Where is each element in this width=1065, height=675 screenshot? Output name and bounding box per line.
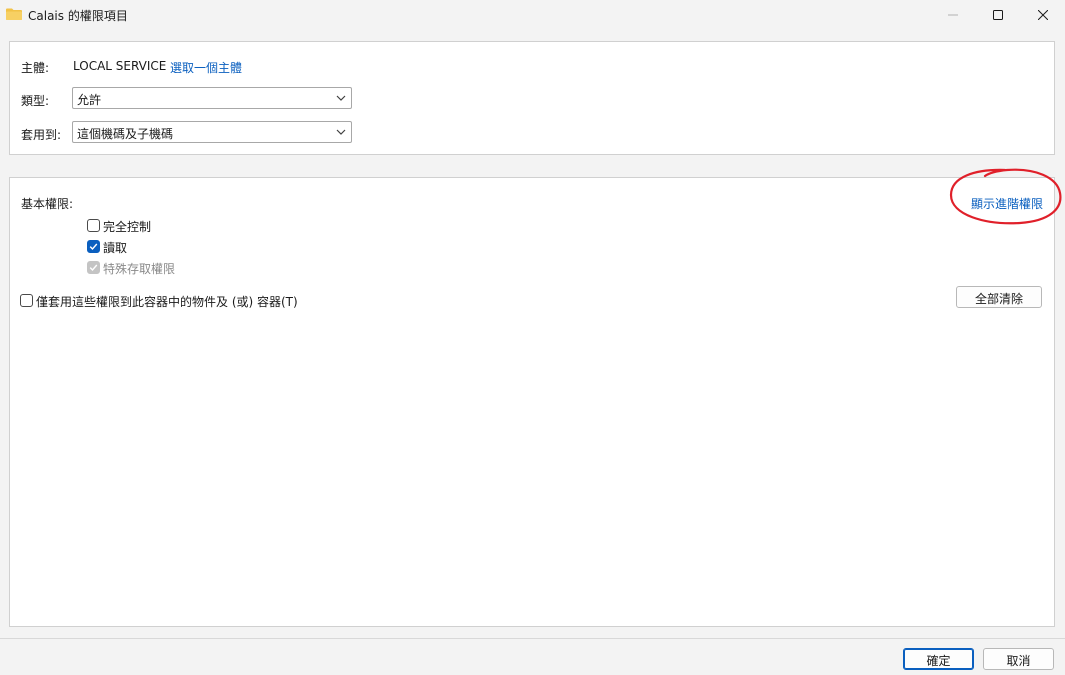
permissions-panel: 基本權限: 顯示進階權限 完全控制 讀取 特殊存取權限 僅套用這些權限到此容器中… [9, 177, 1055, 627]
special-permissions-checkbox [87, 261, 100, 274]
applies-to-label: 套用到: [21, 128, 62, 142]
maximize-icon [993, 10, 1003, 20]
window-title: Calais 的權限項目 [28, 9, 128, 23]
permission-entry-window: Calais 的權限項目 主體: LOCAL SERVICE 選取一個主體 類型… [0, 0, 1065, 675]
basic-permissions-heading: 基本權限: [21, 197, 74, 211]
maximize-button[interactable] [975, 0, 1021, 30]
principal-label: 主體: [21, 61, 50, 75]
read-label: 讀取 [103, 241, 128, 255]
minimize-icon [948, 14, 958, 16]
select-principal-link[interactable]: 選取一個主體 [170, 59, 242, 76]
cancel-button[interactable]: 取消 [983, 648, 1054, 670]
show-advanced-permissions-link[interactable]: 顯示進階權限 [971, 195, 1043, 212]
applies-to-select-value: 這個機碼及子機碼 [77, 127, 174, 141]
close-button[interactable] [1020, 0, 1065, 30]
type-select-value: 允許 [77, 93, 102, 107]
principal-panel: 主體: LOCAL SERVICE 選取一個主體 類型: 允許 套用到: 這個機… [9, 41, 1055, 155]
minimize-button[interactable] [930, 0, 976, 30]
read-checkbox[interactable] [87, 240, 100, 253]
chevron-down-icon [336, 95, 346, 101]
checkmark-icon [89, 264, 98, 272]
apply-only-label: 僅套用這些權限到此容器中的物件及 (或) 容器(T) [36, 295, 298, 309]
full-control-label: 完全控制 [103, 220, 152, 234]
chevron-down-icon [336, 129, 346, 135]
type-select[interactable]: 允許 [72, 87, 352, 109]
title-bar: Calais 的權限項目 [0, 0, 1065, 30]
folder-icon [6, 8, 22, 20]
footer-divider [0, 638, 1065, 639]
special-permissions-label: 特殊存取權限 [103, 262, 176, 276]
clear-all-button[interactable]: 全部清除 [956, 286, 1042, 308]
full-control-checkbox[interactable] [87, 219, 100, 232]
principal-value: LOCAL SERVICE [73, 59, 167, 73]
type-label: 類型: [21, 94, 50, 108]
applies-to-select[interactable]: 這個機碼及子機碼 [72, 121, 352, 143]
ok-button[interactable]: 確定 [903, 648, 974, 670]
close-icon [1038, 10, 1048, 20]
checkmark-icon [89, 243, 98, 251]
apply-only-checkbox[interactable] [20, 294, 33, 307]
